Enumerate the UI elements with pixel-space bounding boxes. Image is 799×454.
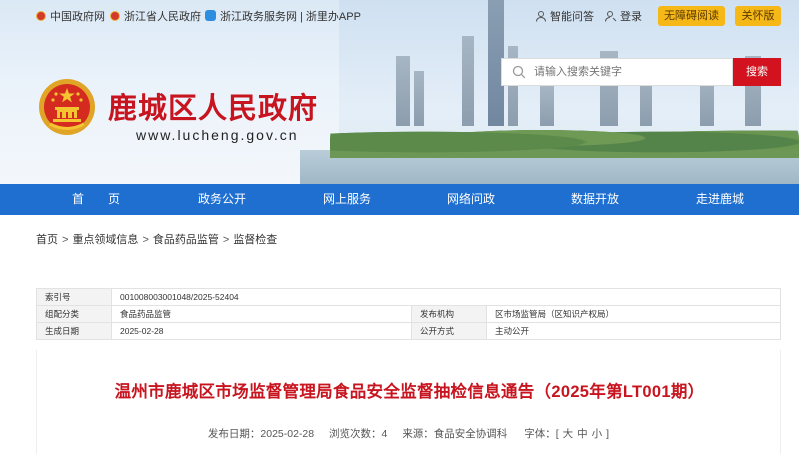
login-link[interactable]: 登录 [605,10,642,24]
link-zhejiang-service-label: 浙江政务服务网 [220,11,297,23]
breadcrumb-home[interactable]: 首页 [36,231,58,247]
article-container: 温州市鹿城区市场监督管理局食品安全监督抽检信息通告（2025年第LT001期） … [36,350,781,454]
national-emblem-icon [110,11,120,21]
main-nav: 首 页 政务公开 网上服务 网络问政 数据开放 走进鹿城 [0,184,799,215]
breadcrumb-separator: > [62,234,69,246]
link-zhejiang-service[interactable]: 浙江政务服务网 [205,10,297,24]
accessibility-button[interactable]: 无障碍阅读 [658,6,725,26]
nav-online-services[interactable]: 网上服务 [287,184,407,215]
font-size-label: 字体：[ [524,428,559,440]
nav-online-inquiry[interactable]: 网络问政 [411,184,531,215]
issuer-label: 发布机构 [411,305,487,323]
date-label: 生成日期 [36,322,112,340]
table-row: 索引号 001008003001048/2025-52404 [36,288,781,306]
table-row: 生成日期 2025-02-28 公开方式 主动公开 [36,322,781,340]
article-title: 温州市鹿城区市场监督管理局食品安全监督抽检信息通告（2025年第LT001期） [114,383,705,401]
national-emblem-logo [38,78,96,136]
nav-home[interactable]: 首 页 [36,184,156,215]
site-url: www.lucheng.gov.cn [136,127,299,143]
index-label: 索引号 [36,288,112,306]
top-utility-bar: 中国政府网 浙江省人民政府 浙江政务服务网 | 浙里办APP 智能问答 登录 无… [0,0,799,34]
search-box [501,58,733,86]
font-size-close: ] [606,428,610,440]
nav-about-lucheng[interactable]: 走进鹿城 [660,184,780,215]
link-china-gov[interactable]: 中国政府网 [36,10,105,24]
zhejiang-service-icon [205,10,216,21]
category-label: 组配分类 [36,305,112,323]
article-source: 来源：食品安全协调科 [402,428,508,440]
site-title[interactable]: 鹿城区人民政府 [108,85,318,127]
nav-open-data[interactable]: 数据开放 [535,184,655,215]
date-value: 2025-02-28 [111,322,412,340]
view-count: 浏览次数：4 [329,428,388,440]
user-icon [535,11,550,23]
link-zhejiang-gov[interactable]: 浙江省人民政府 [110,10,201,24]
search-input[interactable] [534,63,724,81]
breadcrumb-key-areas[interactable]: 重点领域信息 [72,231,138,247]
breadcrumb: 首页 > 重点领域信息 > 食品药品监管 > 监督检查 [36,231,277,247]
elderly-mode-button[interactable]: 关怀版 [735,6,781,26]
category-value: 食品药品监管 [111,305,412,323]
search-icon [512,65,526,79]
table-row: 组配分类 食品药品监管 发布机构 区市场监管局（区知识产权局） [36,305,781,323]
font-size-switcher: 字体：[ 大中小] [522,428,611,440]
issuer-value: 区市场监管局（区知识产权局） [486,305,781,323]
smart-qa-link[interactable]: 智能问答 [535,10,594,24]
link-zheliban-app[interactable]: | 浙里办APP [300,10,361,24]
nav-gov-affairs[interactable]: 政务公开 [162,184,282,215]
method-label: 公开方式 [411,322,487,340]
banner-building [396,56,410,126]
breadcrumb-inspection[interactable]: 监督检查 [233,231,277,247]
national-emblem-icon [36,11,46,21]
index-value: 001008003001048/2025-52404 [111,288,781,306]
font-size-large[interactable]: 大 [563,428,574,440]
publish-date: 发布日期：2025-02-28 [207,428,315,440]
link-china-gov-label: 中国政府网 [50,11,105,23]
breadcrumb-food-drug[interactable]: 食品药品监管 [153,231,219,247]
breadcrumb-separator: > [142,234,149,246]
article-meta: 发布日期：2025-02-28 浏览次数：4 来源：食品安全协调科 字体：[ 大中… [37,426,782,441]
banner-trees [330,118,799,158]
method-value: 主动公开 [486,322,781,340]
font-size-small[interactable]: 小 [592,428,603,440]
breadcrumb-separator: > [222,234,230,246]
login-label: 登录 [620,11,642,23]
login-user-icon [605,11,620,23]
search-button[interactable]: 搜索 [733,58,781,86]
smart-qa-label: 智能问答 [550,11,594,23]
link-zhejiang-gov-label: 浙江省人民政府 [124,11,201,23]
document-info-table: 索引号 001008003001048/2025-52404 组配分类 食品药品… [36,288,781,340]
banner-building [462,36,474,126]
font-size-medium[interactable]: 中 [577,428,588,440]
